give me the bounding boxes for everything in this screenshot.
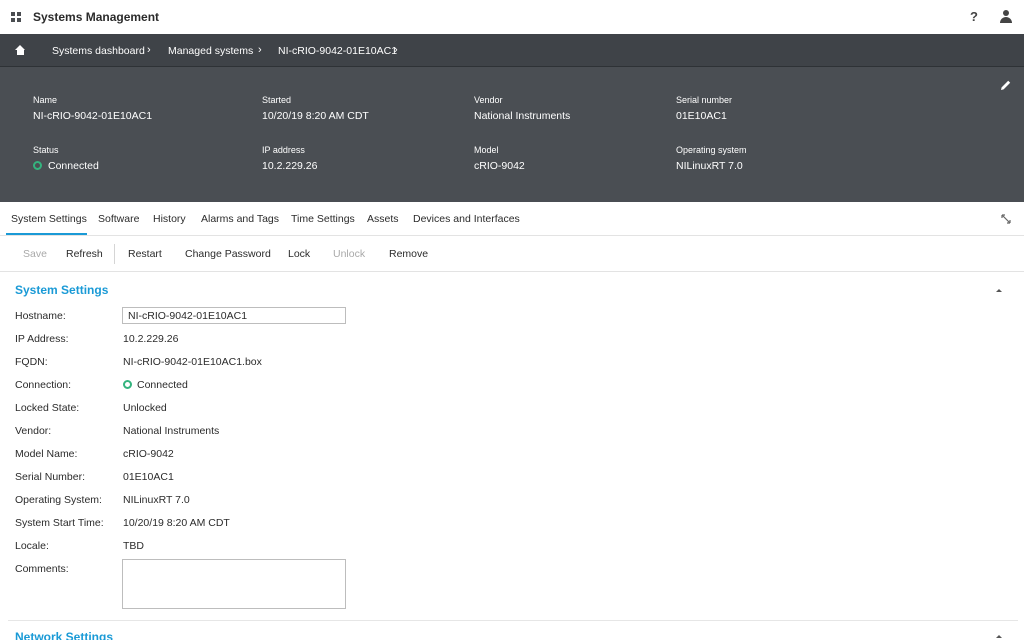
serial-number-value: 01E10AC1 <box>123 471 174 483</box>
restart-button[interactable]: Restart <box>128 248 162 260</box>
hostname-label: Hostname: <box>15 310 66 322</box>
toolbar-divider <box>114 244 115 264</box>
breadcrumb-separator: › <box>394 44 398 56</box>
connection-label: Connection: <box>15 379 72 391</box>
tab-bar: System Settings Software History Alarms … <box>0 202 1024 236</box>
operating-system-label: Operating System: <box>15 494 102 506</box>
system-settings-section-title[interactable]: System Settings <box>15 283 108 297</box>
system-start-time-value: 10/20/19 8:20 AM CDT <box>123 517 230 529</box>
breadcrumb: Systems dashboard › Managed systems › NI… <box>0 34 1024 67</box>
model-name-label: Model Name: <box>15 448 78 460</box>
system-info-panel: Name NI-cRIO-9042-01E10AC1 Started 10/20… <box>0 67 1024 202</box>
info-model-value: cRIO-9042 <box>474 160 525 172</box>
app-title: Systems Management <box>33 10 160 24</box>
vendor-value: National Instruments <box>123 425 220 437</box>
tab-system-settings[interactable]: System Settings <box>11 213 87 225</box>
refresh-button[interactable]: Refresh <box>66 248 103 260</box>
info-vendor-value: National Instruments <box>474 110 571 122</box>
unlock-button[interactable]: Unlock <box>333 248 365 260</box>
info-serial-value: 01E10AC1 <box>676 110 727 122</box>
change-password-button[interactable]: Change Password <box>185 248 271 260</box>
user-icon[interactable] <box>1000 10 1012 23</box>
breadcrumb-systems-dashboard[interactable]: Systems dashboard <box>52 45 145 57</box>
network-section-collapse-icon[interactable] <box>996 635 1002 638</box>
info-ip-value: 10.2.229.26 <box>262 160 318 172</box>
vendor-label: Vendor: <box>15 425 52 437</box>
save-button[interactable]: Save <box>23 248 47 260</box>
info-name-value: NI-cRIO-9042-01E10AC1 <box>33 110 153 122</box>
locked-state-label: Locked State: <box>15 402 80 414</box>
action-toolbar: Save Refresh Restart Change Password Loc… <box>0 236 1024 272</box>
connection-value: Connected <box>137 379 188 391</box>
hostname-input[interactable] <box>122 307 346 324</box>
tab-software[interactable]: Software <box>98 213 139 225</box>
status-connected-icon <box>33 161 42 170</box>
info-model-label: Model <box>474 145 499 155</box>
comments-label: Comments: <box>15 563 69 575</box>
remove-button[interactable]: Remove <box>389 248 428 260</box>
info-name-label: Name <box>33 95 58 105</box>
ip-address-value: 10.2.229.26 <box>123 333 179 345</box>
operating-system-value: NILinuxRT 7.0 <box>123 494 190 506</box>
fqdn-value: NI-cRIO-9042-01E10AC1.box <box>123 356 262 368</box>
tab-time-settings[interactable]: Time Settings <box>291 213 355 225</box>
tab-history[interactable]: History <box>153 213 186 225</box>
info-started-label: Started <box>262 95 292 105</box>
info-status: Connected <box>33 160 99 172</box>
tab-devices-and-interfaces[interactable]: Devices and Interfaces <box>413 213 520 225</box>
locked-state-value: Unlocked <box>123 402 167 414</box>
connection-status: Connected <box>123 379 188 391</box>
info-ip-label: IP address <box>262 145 305 155</box>
locale-value: TBD <box>123 540 144 552</box>
info-started-value: 10/20/19 8:20 AM CDT <box>262 110 369 122</box>
breadcrumb-separator: › <box>258 44 262 56</box>
section-divider <box>8 620 1018 621</box>
network-settings-section-title[interactable]: Network Settings <box>15 630 113 640</box>
help-icon[interactable]: ? <box>970 9 978 24</box>
home-icon[interactable] <box>15 45 26 56</box>
breadcrumb-separator: › <box>147 44 151 56</box>
ip-address-label: IP Address: <box>15 333 69 345</box>
breadcrumb-managed-systems[interactable]: Managed systems <box>168 45 253 57</box>
info-status-value: Connected <box>48 160 99 172</box>
collapse-panel-icon[interactable] <box>1001 214 1011 224</box>
breadcrumb-current-system[interactable]: NI-cRIO-9042-01E10AC1 <box>278 45 397 57</box>
tab-alarms-and-tags[interactable]: Alarms and Tags <box>201 213 279 225</box>
fqdn-label: FQDN: <box>15 356 48 368</box>
info-os-label: Operating system <box>676 145 747 155</box>
connection-status-icon <box>123 380 132 389</box>
info-os-value: NILinuxRT 7.0 <box>676 160 743 172</box>
edit-pencil-icon[interactable] <box>1000 79 1012 91</box>
info-status-label: Status <box>33 145 59 155</box>
lock-button[interactable]: Lock <box>288 248 310 260</box>
serial-number-label: Serial Number: <box>15 471 86 483</box>
comments-textarea[interactable] <box>122 559 346 609</box>
info-vendor-label: Vendor <box>474 95 503 105</box>
app-bar: Systems Management ? <box>0 0 1024 34</box>
tab-assets[interactable]: Assets <box>367 213 399 225</box>
info-serial-label: Serial number <box>676 95 733 105</box>
app-grid-icon[interactable] <box>11 12 21 22</box>
active-tab-indicator <box>6 233 87 235</box>
system-start-time-label: System Start Time: <box>15 517 104 529</box>
locale-label: Locale: <box>15 540 49 552</box>
model-name-value: cRIO-9042 <box>123 448 174 460</box>
section-collapse-icon[interactable] <box>996 289 1002 292</box>
